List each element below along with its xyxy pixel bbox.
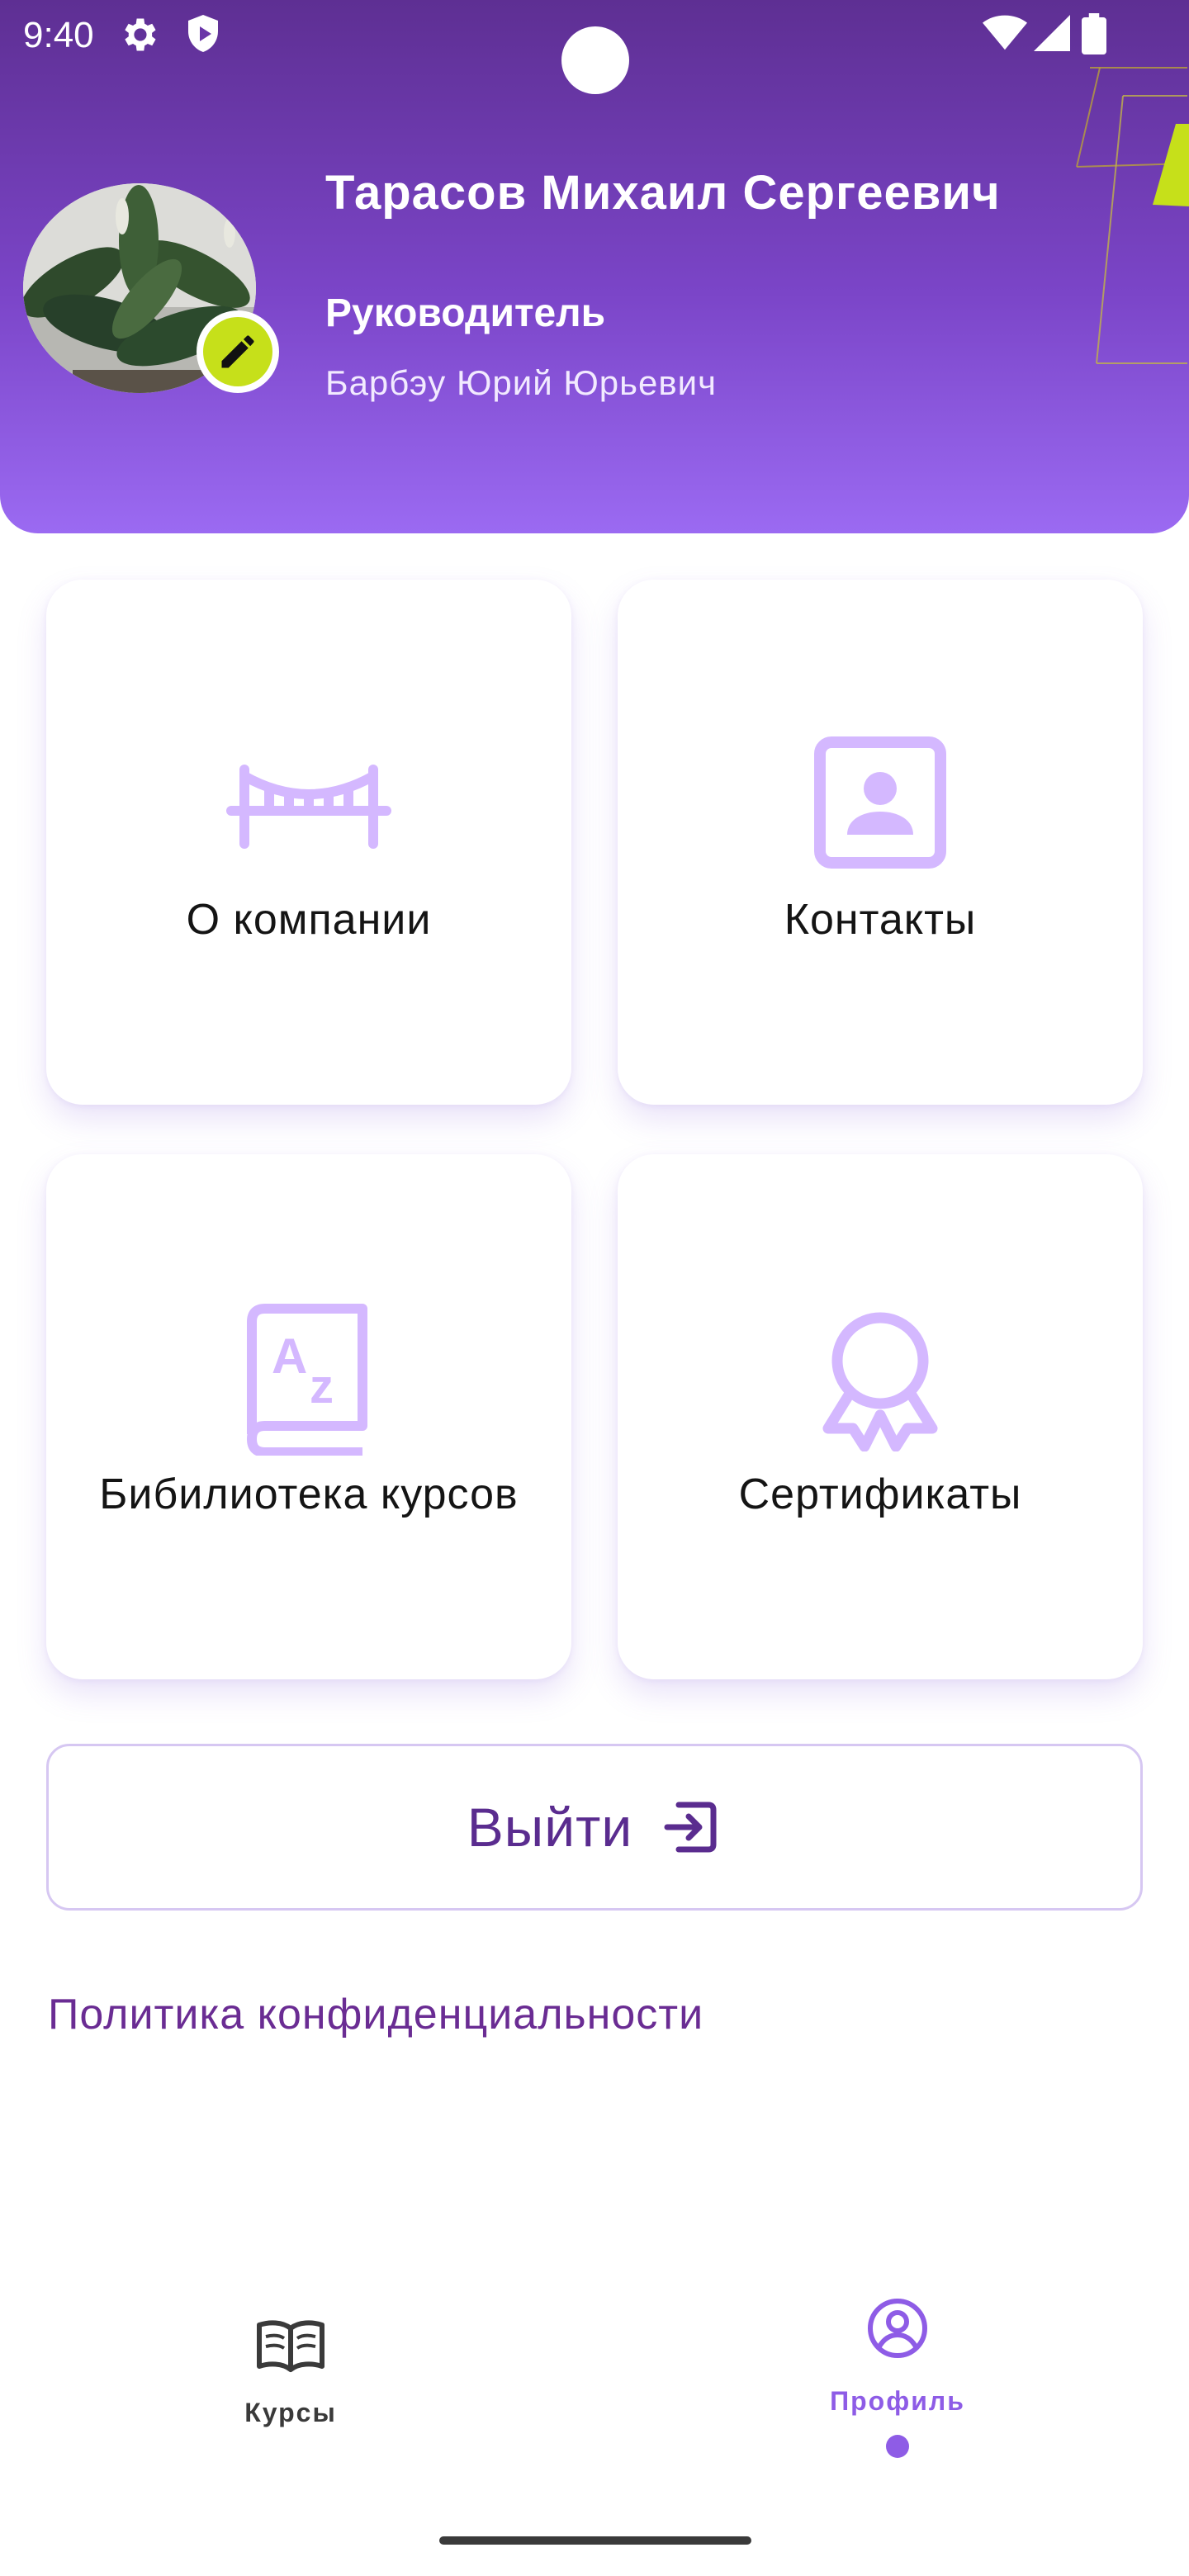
svg-text:z: z [310, 1360, 334, 1413]
signal-icon [1034, 15, 1070, 51]
tile-label: О компании [186, 896, 432, 944]
open-book-icon [257, 2320, 324, 2372]
battery-icon [1082, 13, 1106, 54]
user-manager: Барбэу Юрий Юрьевич [325, 363, 718, 402]
nav-label-courses: Курсы [244, 2398, 337, 2427]
contact-card-icon [798, 728, 963, 877]
edit-badge-inner [203, 317, 272, 386]
status-time: 9:40 [23, 15, 94, 55]
tile-course-library[interactable]: A z Бибилиотека курсов [46, 1154, 571, 1679]
avatar-container [23, 183, 279, 393]
tile-contacts[interactable]: Контакты [618, 580, 1143, 1105]
shield-status-icon [188, 15, 218, 52]
logout-label: Выйти [467, 1797, 633, 1858]
decorative-lines [1076, 67, 1189, 364]
svg-text:A: A [272, 1328, 307, 1384]
nav-label-profile: Профиль [830, 2386, 965, 2416]
active-indicator-dot [886, 2435, 909, 2458]
camera-cutout [561, 26, 629, 94]
tile-certificates[interactable]: Сертификаты [618, 1154, 1143, 1679]
profile-header: 9:40 Тарасов Михаил Сергеевич Руководите… [0, 0, 1189, 533]
logout-button[interactable]: Выйти [46, 1744, 1143, 1911]
edit-avatar-button[interactable] [197, 310, 279, 393]
settings-status-icon [125, 18, 156, 51]
wifi-icon [983, 15, 1027, 50]
dictionary-book-icon: A z [226, 1303, 391, 1456]
tile-label: Бибилиотека курсов [99, 1470, 519, 1518]
gesture-home-bar[interactable] [439, 2536, 751, 2545]
bridge-icon [226, 728, 391, 877]
tile-label: Контакты [784, 896, 977, 944]
tile-label: Сертификаты [738, 1470, 1022, 1518]
award-ribbon-icon [798, 1303, 963, 1451]
tile-about-company[interactable]: О компании [46, 580, 571, 1105]
nav-tab-profile[interactable]: Профиль [827, 2297, 968, 2458]
user-role: Руководитель [325, 291, 606, 335]
user-name: Тарасов Михаил Сергеевич [325, 166, 1001, 220]
privacy-policy-link[interactable]: Политика конфиденциальности [48, 1990, 703, 2039]
nav-tab-courses[interactable]: Курсы [236, 2318, 345, 2428]
pencil-icon [221, 335, 254, 368]
logout-icon [664, 1802, 717, 1853]
profile-circle-icon [868, 2299, 927, 2358]
